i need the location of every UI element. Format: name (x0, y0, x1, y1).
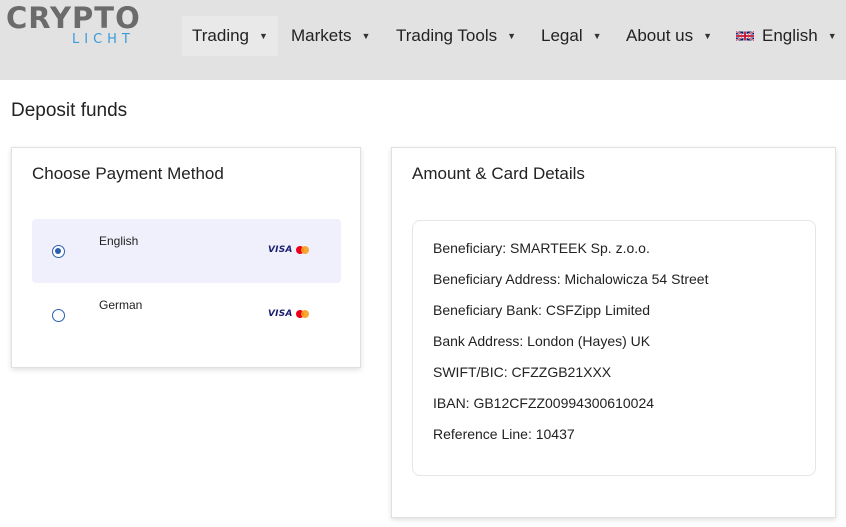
bank-details-box: Beneficiary: SMARTEEK Sp. z.o.o. Benefic… (412, 220, 816, 476)
visa-icon: VISA (268, 309, 293, 319)
radio-button[interactable] (52, 309, 65, 322)
detail-beneficiary-bank: Beneficiary Bank: CSFZipp Limited (433, 302, 651, 318)
crypto-licht-logo[interactable]: CRYPTO LICHT (6, 3, 151, 47)
mastercard-icon (295, 246, 310, 254)
payment-option-german[interactable]: German VISA (32, 283, 341, 347)
nav-about-us-label: About us (626, 26, 694, 45)
caret-down-icon: ▼ (259, 31, 268, 41)
payment-method-card: Choose Payment Method English VISA Germa… (11, 147, 361, 368)
nav-trading-tools-label: Trading Tools (396, 26, 498, 45)
payment-option-english[interactable]: English VISA (32, 219, 341, 283)
uk-flag-icon (736, 30, 754, 42)
top-header: CRYPTO LICHT Trading ▼ Markets ▼ Trading… (0, 0, 846, 80)
radio-button-selected[interactable] (52, 245, 65, 258)
logo-wordmark-bottom: LICHT (72, 32, 135, 47)
mastercard-icon (295, 310, 310, 318)
nav-markets-label: Markets (291, 26, 352, 45)
nav-legal[interactable]: Legal ▼ (541, 16, 602, 56)
nav-markets[interactable]: Markets ▼ (291, 16, 370, 56)
card-logos: VISA (268, 309, 310, 319)
logo-wordmark-top: CRYPTO (6, 1, 141, 35)
caret-down-icon: ▼ (827, 31, 837, 41)
payment-option-label: English (99, 234, 139, 248)
nav-about-us[interactable]: About us ▼ (626, 16, 712, 56)
detail-beneficiary: Beneficiary: SMARTEEK Sp. z.o.o. (433, 240, 650, 256)
visa-icon: VISA (268, 245, 293, 255)
payment-option-label: German (99, 298, 143, 312)
caret-down-icon: ▼ (703, 31, 713, 41)
detail-beneficiary-address: Beneficiary Address: Michalowicza 54 Str… (433, 271, 709, 287)
caret-down-icon: ▼ (592, 31, 602, 41)
nav-trading-label: Trading (192, 26, 250, 45)
language-selector[interactable]: English ▼ (736, 16, 837, 56)
detail-bank-address: Bank Address: London (Hayes) UK (433, 333, 651, 349)
language-label: English (762, 26, 818, 45)
nav-legal-label: Legal (541, 26, 583, 45)
nav-trading[interactable]: Trading ▼ (182, 16, 278, 56)
caret-down-icon: ▼ (507, 31, 517, 41)
page-title: Deposit funds (11, 100, 128, 121)
detail-reference-line: Reference Line: 10437 (433, 426, 575, 442)
card-logos: VISA (268, 245, 310, 255)
caret-down-icon: ▼ (361, 31, 371, 41)
card-details-card: Amount & Card Details Beneficiary: SMART… (391, 147, 836, 518)
detail-iban: IBAN: GB12CFZZ00994300610024 (433, 395, 655, 411)
card-details-title: Amount & Card Details (412, 164, 585, 183)
detail-swift-bic: SWIFT/BIC: CFZZGB21XXX (433, 364, 612, 380)
nav-trading-tools[interactable]: Trading Tools ▼ (396, 16, 516, 56)
payment-method-title: Choose Payment Method (32, 164, 224, 183)
